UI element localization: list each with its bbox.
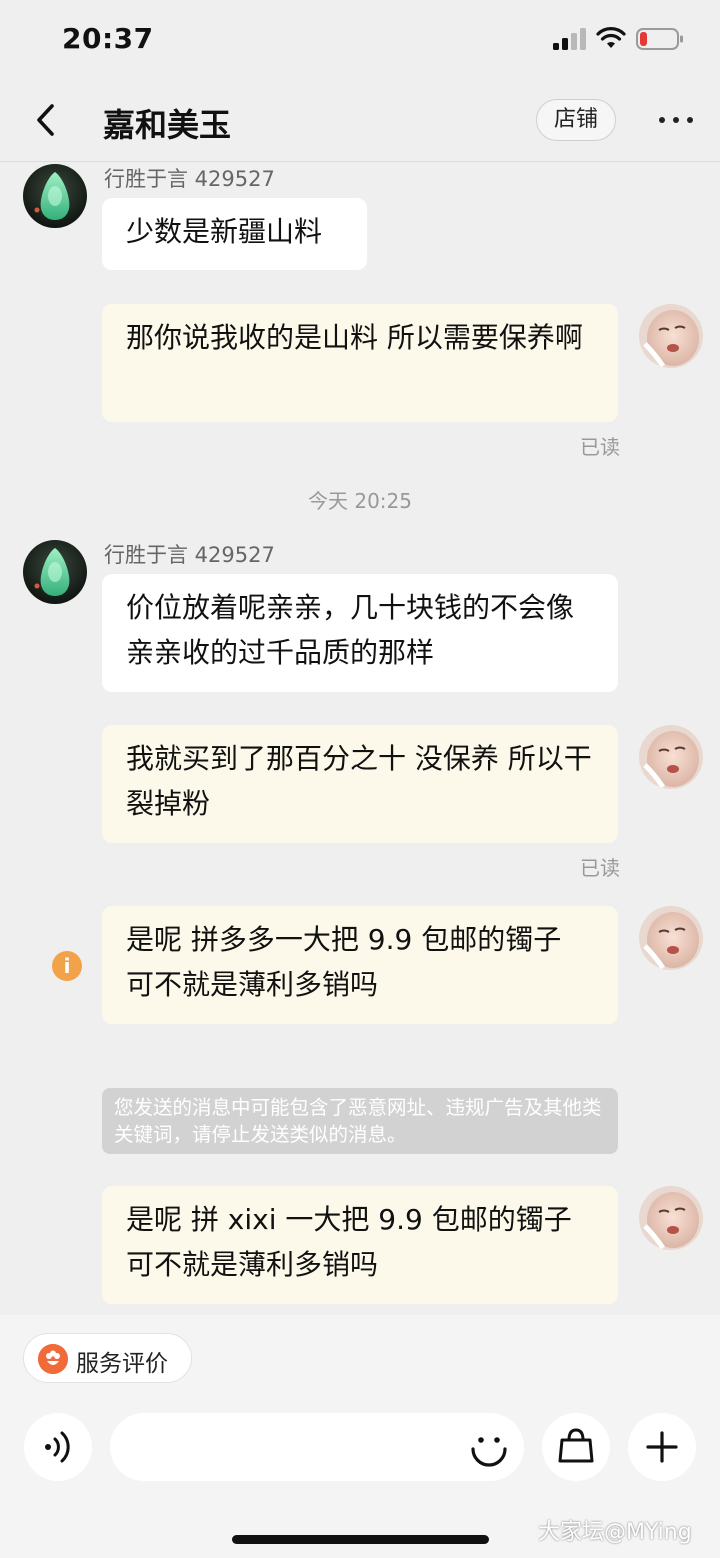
user-avatar[interactable] [639,906,703,970]
warning-info-icon[interactable]: i [52,951,82,981]
message-bubble-outgoing[interactable]: 是呢 拼多多一大把 9.9 包邮的镯子 可不就是薄利多销吗 [102,906,618,1024]
service-rating-button[interactable]: 服务评价 [23,1333,192,1383]
time-divider: 今天 20:25 [308,489,412,513]
more-options-icon[interactable] [656,108,696,132]
shopping-bag-icon [558,1428,594,1463]
sender-name: 行胜于言 429527 [104,543,275,567]
more-actions-button[interactable] [628,1413,696,1481]
store-button[interactable]: 店铺 [536,99,616,141]
service-rating-label: 服务评价 [76,1351,168,1377]
status-time: 20:37 [62,22,154,55]
user-avatar[interactable] [639,304,703,368]
status-bar: 20:37 [0,0,720,80]
user-avatar[interactable] [639,1186,703,1250]
message-bubble-outgoing[interactable]: 是呢 拼 xixi 一大把 9.9 包邮的镯子 可不就是薄利多销吗 [102,1186,618,1304]
message-bubble-outgoing[interactable]: 我就买到了那百分之十 没保养 所以干裂掉粉 [102,725,618,843]
message-bubble-outgoing[interactable]: 那你说我收的是山料 所以需要保养啊 [102,304,618,422]
chat-header: 嘉和美玉 店铺 [0,80,720,162]
plus-icon [646,1431,678,1463]
home-indicator[interactable] [232,1535,489,1544]
back-arrow-icon[interactable] [26,98,66,142]
seller-avatar[interactable] [23,540,87,604]
wifi-icon [596,27,626,48]
read-receipt: 已读 [580,856,620,880]
watermark: 大家坛@MYing [538,1520,692,1545]
cellular-signal-icon [553,28,586,50]
system-warning-note: 您发送的消息中可能包含了恶意网址、违规广告及其他类关键词，请停止发送类似的消息。 [102,1088,618,1154]
user-avatar[interactable] [639,725,703,789]
sender-name: 行胜于言 429527 [104,167,275,191]
message-input[interactable] [110,1413,524,1481]
shopping-bag-button[interactable] [542,1413,610,1481]
battery-icon [636,28,683,50]
flower-rating-icon [38,1344,68,1374]
message-bubble-incoming[interactable]: 价位放着呢亲亲，几十块钱的不会像亲亲收的过千品质的那样 [102,574,618,692]
shop-title: 嘉和美玉 [103,106,232,144]
emoji-icon[interactable] [466,1425,512,1471]
voice-button[interactable] [24,1413,92,1481]
voice-icon [45,1431,70,1463]
seller-avatar[interactable] [23,164,87,228]
read-receipt: 已读 [580,435,620,459]
message-bubble-incoming[interactable]: 少数是新疆山料 [102,198,367,270]
